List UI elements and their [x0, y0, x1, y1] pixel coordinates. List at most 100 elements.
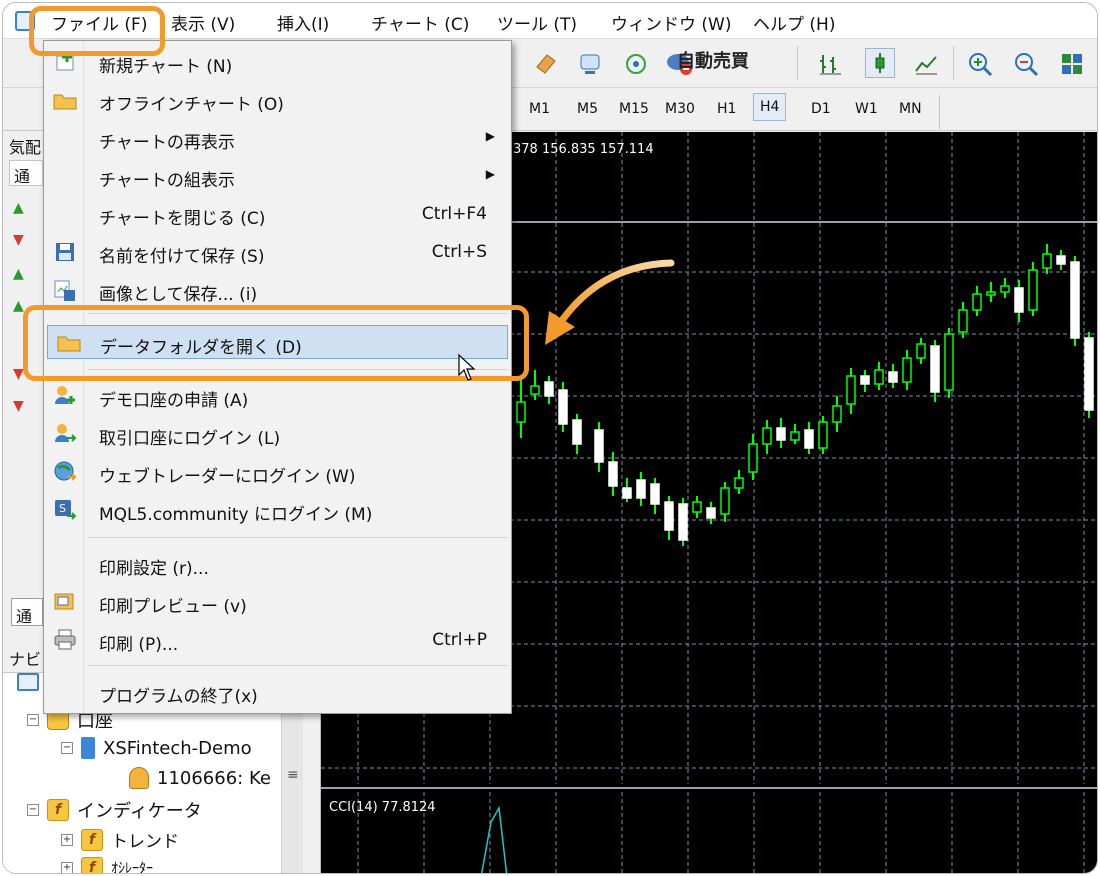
tree-item-server[interactable]: − XSFintech-Demo [61, 737, 252, 759]
candle-body [1042, 253, 1052, 269]
timeframe-d1[interactable]: D1 [811, 101, 831, 117]
candle-body [902, 357, 912, 383]
navigator-scrollbar[interactable]: ≡ [281, 693, 303, 873]
bar-chart-icon[interactable] [815, 49, 845, 79]
up-arrow-icon: ▲ [13, 200, 24, 216]
menu-item-label: チャートの組表示 [99, 171, 235, 191]
menu-item-login-trade[interactable]: 取引口座にログイン (L) [44, 417, 511, 451]
candle-body [1000, 285, 1010, 293]
toolbar-separator [953, 46, 954, 80]
candle-body [874, 369, 884, 385]
menu-item-shortcut: Ctrl+S [431, 242, 487, 262]
candle-body [846, 375, 856, 405]
candle-body [1028, 269, 1038, 311]
tile-windows-icon[interactable] [1057, 49, 1087, 79]
print-preview-icon [52, 589, 78, 615]
tree-item-indicators[interactable]: − f インディケータ [27, 797, 202, 823]
menu-separator [88, 537, 508, 538]
cci-line [480, 805, 508, 873]
menu-window[interactable]: ウィンドウ (W) [611, 10, 731, 35]
menu-item-shortcut: Ctrl+P [432, 630, 487, 650]
navigator-header: ナビ [9, 650, 42, 669]
menu-item-save-image[interactable]: 画像として保存... (i) [44, 273, 511, 307]
market-watch-header: 気配 [9, 138, 42, 157]
candle-body [544, 381, 554, 397]
timeframe-h1[interactable]: H1 [717, 101, 736, 117]
candle-body [516, 401, 526, 423]
tree-label: インディケータ [77, 801, 202, 822]
auto-trade-label[interactable]: 自動売買 [677, 47, 749, 73]
menu-item-print-setup[interactable]: 印刷設定 (r)... [44, 547, 511, 581]
function-icon: f [81, 828, 103, 851]
menu-chart[interactable]: チャート (C) [371, 10, 469, 35]
menu-item-label: 画像として保存... (i) [99, 285, 258, 305]
menu-item-label: ウェブトレーダーにログイン (W) [99, 467, 356, 487]
menu-item-print[interactable]: 印刷 (P)... Ctrl+P [44, 623, 511, 657]
menu-item-close-chart[interactable]: チャートを閉じる (C) Ctrl+F4 [44, 197, 511, 231]
scroll-grip-icon: ≡ [287, 767, 299, 783]
menu-item-label: 印刷設定 (r)... [99, 559, 209, 579]
timeframe-m15[interactable]: M15 [619, 101, 649, 117]
menu-item-login-webtrader[interactable]: ウェブトレーダーにログイン (W) [44, 455, 511, 489]
timeframe-m5[interactable]: M5 [577, 101, 598, 117]
signal-icon[interactable] [621, 49, 651, 79]
menu-bar: ファイル (F) 表示 (V) 挿入(I) チャート (C) ツール (T) ウ… [3, 3, 1097, 39]
candle-body [720, 487, 730, 515]
timeframe-mn[interactable]: MN [899, 101, 922, 117]
tree-label: XSFintech-Demo [103, 737, 252, 759]
candle-body [594, 429, 604, 463]
candle-body [804, 429, 814, 449]
menu-item-exit[interactable]: プログラムの終了(x) [44, 675, 511, 709]
menu-item-chart-set[interactable]: チャートの組表示 ▶ [44, 159, 511, 193]
timeframe-w1[interactable]: W1 [855, 101, 878, 117]
up-arrow-icon: ▲ [13, 266, 24, 282]
down-arrow-icon: ▼ [13, 232, 24, 248]
zoom-out-icon[interactable] [1011, 49, 1041, 79]
save-icon [52, 239, 78, 265]
menu-separator [88, 665, 508, 666]
menu-help[interactable]: ヘルプ (H) [753, 10, 835, 35]
app-window: ファイル (F) 表示 (V) 挿入(I) チャート (C) ツール (T) ウ… [2, 2, 1098, 874]
tree-item-trend[interactable]: + f トレンド [61, 827, 179, 852]
zoom-in-icon[interactable] [965, 49, 995, 79]
menu-insert[interactable]: 挿入(I) [277, 10, 329, 35]
candle-body [558, 389, 568, 425]
tree-item-account[interactable]: 1106666: Ke [129, 767, 271, 789]
menu-item-shortcut: Ctrl+F4 [421, 204, 487, 224]
timeframe-h4[interactable]: H4 [753, 93, 787, 121]
timeframe-m30[interactable]: M30 [665, 101, 695, 117]
menu-item-save-as[interactable]: 名前を付けて保存 (S) Ctrl+S [44, 235, 511, 269]
menu-tools[interactable]: ツール (T) [497, 10, 577, 35]
expand-icon[interactable]: + [61, 833, 73, 846]
tree-item-oscillator[interactable]: + f ｵｼﾚｰﾀｰ [61, 857, 153, 873]
eraser-icon[interactable] [531, 49, 561, 79]
menu-item-demo-account[interactable]: デモ口座の申請 (A) [44, 379, 511, 413]
line-chart-icon[interactable] [911, 49, 941, 79]
market-watch-tab[interactable]: 通 [9, 160, 43, 186]
menu-item-label: プログラムの終了(x) [99, 687, 258, 707]
collapse-icon[interactable]: − [27, 804, 39, 816]
candle-body [1056, 255, 1066, 265]
menu-item-chart-redisplay[interactable]: チャートの再表示 ▶ [44, 121, 511, 155]
menu-item-offline-chart[interactable]: オフラインチャート (O) [44, 83, 511, 117]
globe-icon [52, 459, 78, 485]
tree-label: トレンド [111, 832, 179, 852]
timeframe-m1[interactable]: M1 [529, 101, 550, 117]
menu-item-label: オフラインチャート (O) [99, 95, 284, 115]
collapse-icon[interactable]: − [27, 714, 39, 726]
menu-item-login-mql5[interactable]: S MQL5.community にログイン (M) [44, 493, 511, 527]
menu-item-label: 印刷 (P)... [99, 635, 179, 655]
menu-view[interactable]: 表示 (V) [171, 10, 235, 35]
menu-item-print-preview[interactable]: 印刷プレビュー (v) [44, 585, 511, 619]
function-icon: f [81, 857, 103, 873]
collapse-icon[interactable]: − [61, 742, 73, 754]
expand-icon[interactable]: + [61, 862, 73, 873]
up-arrow-icon: ▲ [13, 298, 24, 314]
open-folder-icon [52, 87, 78, 113]
candlestick-icon[interactable] [865, 48, 895, 78]
candle-body [1084, 337, 1094, 411]
ohlc-readout: 378 156.835 157.114 [513, 142, 654, 157]
market-watch-icon[interactable] [575, 49, 605, 79]
submenu-arrow-icon: ▶ [485, 129, 495, 143]
bottom-tab[interactable]: 通 [11, 598, 43, 626]
